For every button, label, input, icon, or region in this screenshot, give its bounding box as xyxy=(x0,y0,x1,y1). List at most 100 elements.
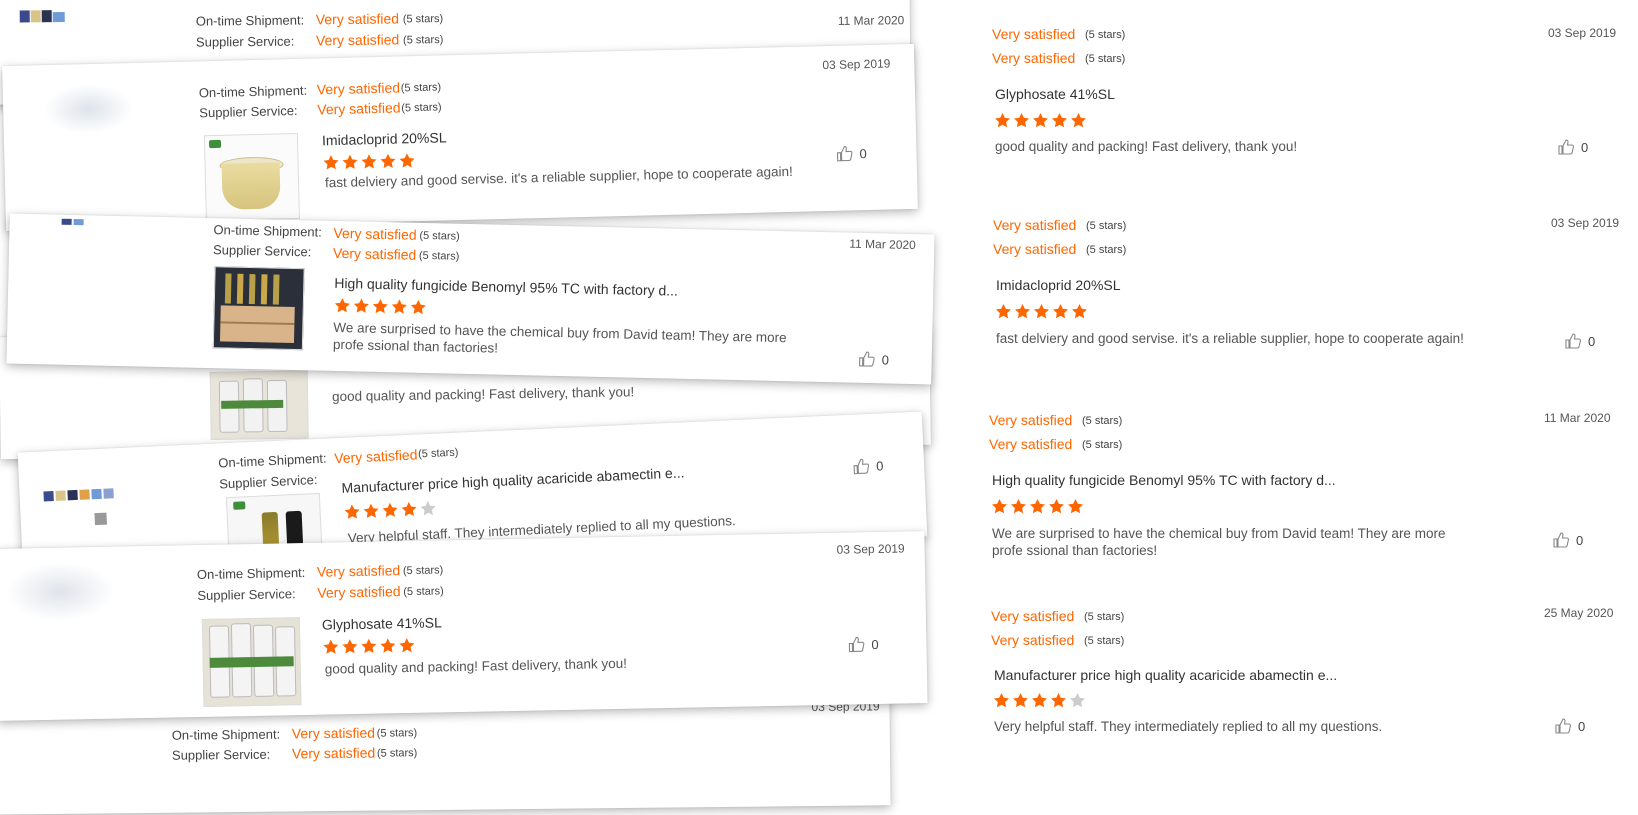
avatar xyxy=(43,487,135,531)
service-stars: (5 stars) xyxy=(1084,635,1125,647)
service-rating: Very satisfied xyxy=(315,31,400,49)
thumbs-up-icon xyxy=(859,351,875,367)
shipment-rating: Very satisfied xyxy=(992,26,1076,42)
review-item: Very satisfied (5 stars) Very satisfied … xyxy=(991,213,1621,363)
service-rating: Very satisfied xyxy=(332,244,417,263)
product-title[interactable]: High quality fungicide Benomyl 95% TC wi… xyxy=(992,472,1336,488)
star-icon xyxy=(1030,499,1045,514)
star-icon xyxy=(323,155,339,170)
service-label: Supplier Service: xyxy=(212,242,312,260)
service-stars: (5 stars) xyxy=(1085,53,1126,65)
star-icon xyxy=(1013,693,1028,708)
service-stars: (5 stars) xyxy=(402,34,444,47)
star-icon xyxy=(391,299,407,314)
shipment-rating: Very satisfied xyxy=(333,224,417,243)
service-label: Supplier Service: xyxy=(218,472,318,492)
shipment-rating: Very satisfied xyxy=(315,10,400,28)
like-count: 0 xyxy=(875,457,884,474)
review-comment: good quality and packing! Fast delivery,… xyxy=(331,384,635,405)
shipment-rating: Very satisfied xyxy=(993,217,1077,233)
product-title[interactable]: Manufacturer price high quality acaricid… xyxy=(994,667,1337,683)
product-title[interactable]: Imidacloprid 20%SL xyxy=(996,277,1121,293)
shipment-label: On-time Shipment: xyxy=(196,564,306,583)
star-icon xyxy=(380,638,396,653)
star-icon xyxy=(1032,693,1047,708)
like-count: 0 xyxy=(859,145,867,161)
service-rating: Very satisfied xyxy=(989,436,1073,452)
like-button[interactable]: 0 xyxy=(1558,139,1588,155)
shipment-stars: (5 stars) xyxy=(1085,29,1126,41)
service-stars: (5 stars) xyxy=(1082,439,1123,451)
service-label: Supplier Service: xyxy=(195,33,295,50)
star-icon xyxy=(994,693,1009,708)
avatar xyxy=(4,560,116,623)
shipment-stars: (5 stars) xyxy=(417,446,459,461)
shipment-rating: Very satisfied xyxy=(989,412,1073,428)
star-icon xyxy=(399,638,415,653)
review-comment: We are surprised to have the chemical bu… xyxy=(992,526,1446,558)
star-icon xyxy=(1011,499,1026,514)
shipment-rating: Very satisfied xyxy=(316,562,401,580)
star-icon xyxy=(1015,304,1030,319)
shipment-stars: (5 stars) xyxy=(1082,415,1123,427)
service-stars: (5 stars) xyxy=(376,747,418,760)
avatar xyxy=(19,10,70,25)
star-icon xyxy=(410,299,426,315)
avatar xyxy=(61,218,102,228)
star-icon xyxy=(1033,113,1048,128)
product-title[interactable]: High quality fungicide Benomyl 95% TC wi… xyxy=(334,275,678,299)
review-comment: Very helpful staff. They intermediately … xyxy=(994,719,1383,734)
shipment-stars: (5 stars) xyxy=(402,564,444,578)
thumbs-up-icon xyxy=(848,636,865,653)
review-date: 03 Sep 2019 xyxy=(1548,26,1617,40)
star-icon xyxy=(1014,113,1029,128)
star-icon xyxy=(1053,304,1068,319)
like-button[interactable]: 0 xyxy=(1553,532,1583,548)
review-item: Very satisfied (5 stars) Very satisfied … xyxy=(987,408,1617,568)
review-date: 03 Sep 2019 xyxy=(1551,216,1620,230)
shipment-stars: (5 stars) xyxy=(376,727,418,740)
star-icon xyxy=(380,153,396,169)
like-button[interactable]: 0 xyxy=(859,351,890,368)
product-title[interactable]: Glyphosate 41%SL xyxy=(995,86,1115,102)
like-button[interactable]: 0 xyxy=(836,145,867,162)
like-button[interactable]: 0 xyxy=(848,636,879,653)
rating-stars xyxy=(994,112,1087,129)
review-item: Very satisfied (5 stars) Very satisfied … xyxy=(989,604,1619,754)
like-count: 0 xyxy=(881,351,890,368)
like-button[interactable]: 0 xyxy=(1565,333,1595,349)
review-comment: good quality and packing! Fast delivery,… xyxy=(995,139,1298,154)
star-icon xyxy=(420,501,436,516)
service-rating: Very satisfied xyxy=(992,50,1076,66)
star-icon xyxy=(1034,304,1049,319)
shipment-rating: Very satisfied xyxy=(291,724,376,742)
service-stars: (5 stars) xyxy=(418,249,460,263)
star-icon xyxy=(361,638,377,654)
like-count: 0 xyxy=(1576,532,1584,548)
shipment-label: On-time Shipment: xyxy=(198,82,308,101)
shipment-stars: (5 stars) xyxy=(402,13,444,26)
review-date: 25 May 2020 xyxy=(1544,606,1614,620)
rating-stars xyxy=(343,500,437,521)
service-stars: (5 stars) xyxy=(403,585,444,599)
star-icon xyxy=(363,503,379,519)
product-title[interactable]: Glyphosate 41%SL xyxy=(322,614,442,632)
product-title[interactable]: Imidacloprid 20%SL xyxy=(322,129,447,148)
product-title[interactable]: Manufacturer price high quality acaricid… xyxy=(341,464,685,496)
product-thumbnail xyxy=(203,132,300,222)
shipment-stars: (5 stars) xyxy=(419,229,460,243)
rating-stars xyxy=(993,692,1086,709)
rating-stars xyxy=(995,303,1088,320)
service-stars: (5 stars) xyxy=(1086,244,1127,256)
service-stars: (5 stars) xyxy=(401,101,442,115)
star-icon xyxy=(1072,304,1087,319)
star-icon xyxy=(401,501,417,517)
service-rating: Very satisfied xyxy=(991,632,1075,648)
like-button[interactable]: 0 xyxy=(1555,718,1585,734)
like-button[interactable]: 0 xyxy=(853,457,884,475)
service-rating: Very satisfied xyxy=(317,583,401,601)
star-icon xyxy=(353,298,369,313)
shipment-label: On-time Shipment: xyxy=(195,12,305,29)
star-icon xyxy=(344,504,360,519)
star-icon xyxy=(995,113,1010,128)
